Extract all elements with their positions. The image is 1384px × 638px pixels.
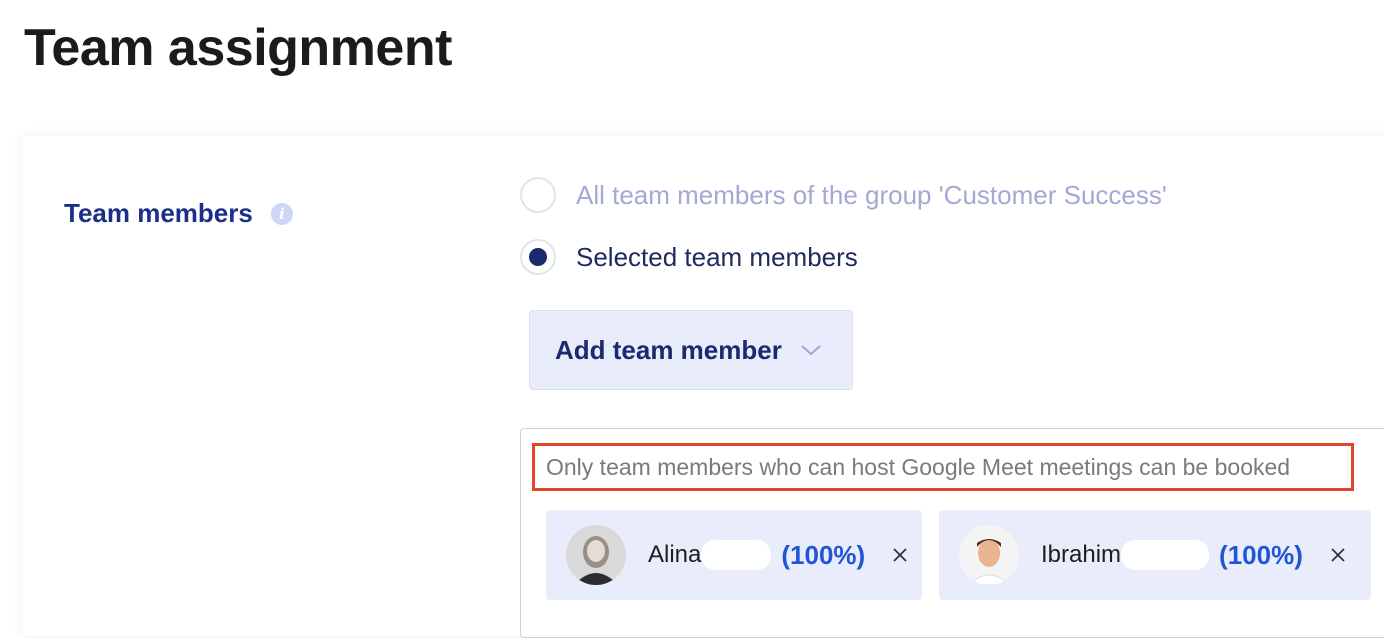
radio-label-all: All team members of the group 'Customer … (576, 179, 1167, 210)
radio-option-selected[interactable]: Selected team members (520, 239, 858, 275)
google-meet-notice: Only team members who can host Google Me… (532, 443, 1354, 491)
page-title: Team assignment (24, 19, 452, 77)
chevron-down-icon (801, 345, 821, 356)
info-icon[interactable]: i (270, 202, 293, 225)
member-name: Alina (648, 541, 702, 568)
close-icon[interactable] (1329, 546, 1347, 564)
redacted-surname (1121, 540, 1210, 570)
member-share[interactable]: (100%) (1219, 540, 1303, 571)
radio-button-selected[interactable] (520, 239, 556, 275)
add-team-member-label: Add team member (555, 334, 782, 365)
team-members-label-text: Team members (64, 198, 253, 228)
close-icon[interactable] (891, 546, 909, 564)
team-members-label: Team members i (64, 198, 293, 229)
radio-label-selected: Selected team members (576, 241, 858, 272)
member-chip-alina: Alina (100%) (546, 510, 922, 600)
member-name: Ibrahim (1041, 541, 1122, 568)
radio-button-all[interactable] (520, 177, 556, 213)
add-team-member-dropdown[interactable]: Add team member (529, 310, 853, 390)
member-chip-ibrahim: Ibrahim (100%) (939, 510, 1371, 600)
radio-selected-dot (529, 248, 547, 266)
avatar (959, 525, 1019, 585)
radio-option-all[interactable]: All team members of the group 'Customer … (520, 177, 1167, 213)
member-share[interactable]: (100%) (781, 540, 865, 571)
avatar (566, 525, 626, 585)
redacted-surname (701, 540, 772, 570)
